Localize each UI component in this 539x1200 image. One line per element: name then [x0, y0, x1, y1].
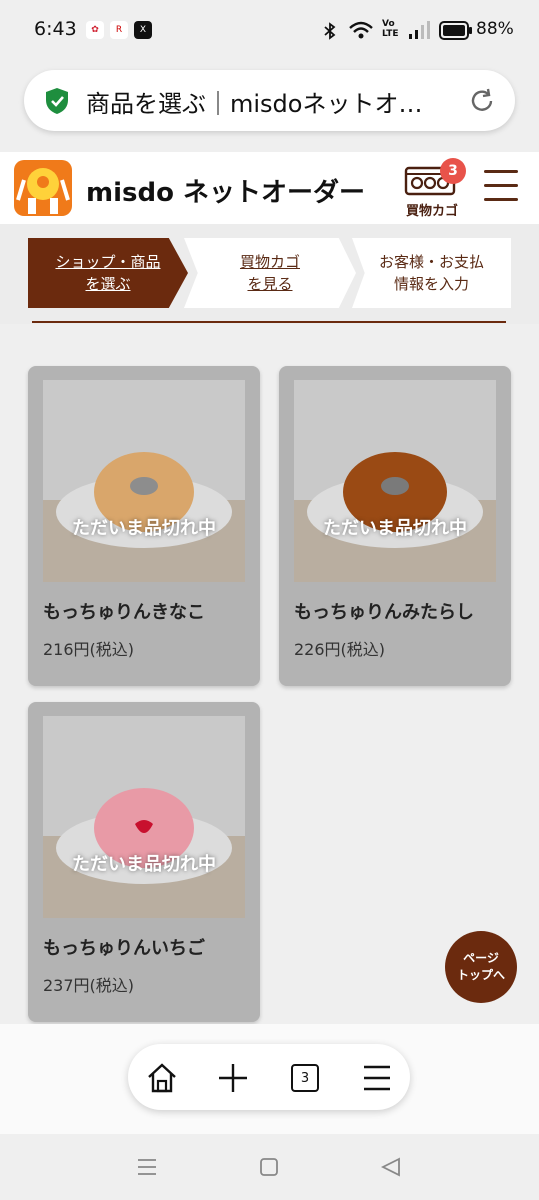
cart-label: 買物カゴ — [406, 204, 459, 219]
battery-icon — [439, 21, 472, 40]
bluetooth-icon — [324, 22, 336, 40]
rakuten-card-icon: R — [110, 21, 128, 39]
secure-shield-icon — [46, 88, 68, 114]
tabs-button[interactable]: 3 — [285, 1058, 325, 1098]
url-bar[interactable]: 商品を選ぶ｜misdoネットオ… — [24, 70, 515, 131]
status-time: 6:43 — [34, 18, 77, 40]
page-top-button[interactable]: ページ トップへ — [445, 931, 517, 1003]
menu-line-icon — [484, 170, 518, 173]
product-image: ただいま品切れ中 — [43, 716, 245, 918]
menu-button[interactable] — [484, 170, 518, 204]
order-steps: ショップ・商品 を選ぶ 買物カゴを見る お客様・お支払 情報を入力 — [0, 224, 539, 324]
reload-icon[interactable] — [468, 87, 496, 115]
home-nav-icon[interactable] — [259, 1157, 279, 1177]
misdo-logo[interactable] — [14, 160, 72, 216]
menu-line-icon — [484, 184, 518, 187]
wifi-icon — [349, 21, 373, 39]
product-image: ただいま品切れ中 — [43, 380, 245, 582]
product-card[interactable]: ただいま品切れ中 もっちゅりんいちご 237円(税込) — [28, 702, 260, 1022]
recent-apps-icon[interactable] — [136, 1157, 158, 1177]
donut-character-icon — [16, 168, 70, 214]
page-top-label: トップへ — [456, 968, 505, 982]
home-button[interactable] — [142, 1058, 182, 1098]
product-card[interactable]: ただいま品切れ中 もっちゅりんきなこ 216円(税込) — [28, 366, 260, 686]
battery-percent: 88% — [476, 19, 514, 39]
step-label: お客様・お支払 — [378, 253, 484, 271]
menu-line-icon — [484, 198, 518, 201]
home-icon — [148, 1063, 176, 1093]
product-name: もっちゅりんみたらし — [294, 602, 474, 623]
step-label: ショップ・商品 — [55, 253, 161, 271]
status-bar: 6:43 ✿ R X Vo LTE 88% — [0, 0, 539, 62]
step-label: を見る — [247, 275, 293, 293]
step-customer-info: お客様・お支払 情報を入力 — [352, 238, 511, 308]
page-top-label: ページ — [463, 951, 499, 965]
browser-menu-button[interactable] — [357, 1058, 397, 1098]
product-name: もっちゅりんきなこ — [43, 602, 205, 623]
notification-app-icon: ✿ — [86, 21, 104, 39]
step-label: 買物カゴ — [239, 253, 300, 271]
browser-nav-pill: 3 — [128, 1044, 410, 1110]
browser-toolbar: 3 — [0, 1024, 539, 1134]
sold-out-label: ただいま品切れ中 — [72, 854, 216, 875]
site-logo-text[interactable]: misdo ネットオーダー — [86, 172, 365, 209]
sold-out-label: ただいま品切れ中 — [72, 518, 216, 539]
volte-icon: Vo LTE — [382, 19, 399, 39]
tab-count: 3 — [291, 1064, 319, 1092]
plus-icon — [219, 1064, 247, 1092]
step-label: を選ぶ — [85, 275, 131, 293]
product-price: 226円(税込) — [294, 640, 386, 659]
product-card[interactable]: ただいま品切れ中 もっちゅりんみたらし 226円(税込) — [279, 366, 511, 686]
product-image: ただいま品切れ中 — [294, 380, 496, 582]
product-price: 216円(税込) — [43, 640, 135, 659]
x-app-icon: X — [134, 21, 152, 39]
system-nav-bar — [0, 1134, 539, 1200]
menu-icon — [364, 1065, 390, 1091]
step-label: 情報を入力 — [393, 275, 469, 293]
step-select-product[interactable]: ショップ・商品 を選ぶ — [28, 238, 188, 308]
new-tab-button[interactable] — [213, 1058, 253, 1098]
signal-icon — [409, 21, 430, 39]
url-text[interactable]: 商品を選ぶ｜misdoネットオ… — [86, 84, 466, 119]
product-price: 237円(税込) — [43, 976, 135, 995]
step-view-cart[interactable]: 買物カゴ を見る — [184, 238, 356, 308]
product-name: もっちゅりんいちご — [43, 938, 205, 959]
divider — [32, 321, 506, 323]
back-icon[interactable] — [380, 1157, 402, 1177]
cart-count-badge: 3 — [440, 158, 466, 184]
sold-out-label: ただいま品切れ中 — [323, 518, 467, 539]
